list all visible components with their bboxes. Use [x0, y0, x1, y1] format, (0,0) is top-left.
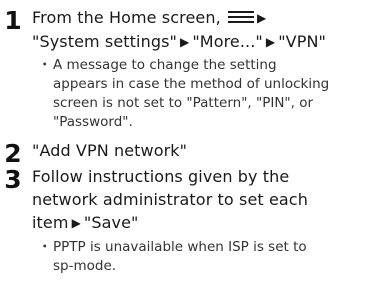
note-line: PPTP is unavailable when ISP is set to — [53, 239, 307, 255]
note-line: A message to change the setting — [53, 57, 277, 73]
note-line: screen is not set to "Pattern", "PIN", o… — [53, 95, 314, 111]
menu-path-item: "Save" — [83, 213, 139, 232]
step-number: 2 — [4, 139, 22, 168]
note-line: appears in case the method of unlocking — [53, 76, 330, 92]
step-instruction: From the Home screen, ▶ "System settings… — [32, 6, 366, 54]
bullet: ・ — [38, 239, 52, 255]
arrow-icon: ▶ — [265, 35, 276, 49]
instruction-line: network administrator to set each — [32, 190, 308, 209]
note-line: "Password". — [53, 114, 133, 130]
note-text: A message to change the setting appears … — [53, 56, 329, 132]
menu-path-item: "VPN" — [278, 32, 326, 51]
instruction-line: From the Home screen, ▶ — [32, 6, 366, 30]
instruction-line: Follow instructions given by the — [32, 167, 290, 186]
step-number: 3 — [4, 165, 22, 194]
note-text: PPTP is unavailable when ISP is set to s… — [53, 238, 307, 276]
arrow-icon: ▶ — [71, 216, 81, 230]
instruction-text: From the Home screen, — [32, 8, 226, 27]
step-instruction: "Add VPN network" — [32, 139, 366, 162]
arrow-icon: ▶ — [256, 11, 267, 25]
instruction-line: "System settings" ▶ "More..." ▶ "VPN" — [32, 30, 366, 54]
arrow-icon: ▶ — [179, 35, 190, 49]
note-line: sp-mode. — [53, 258, 117, 274]
step-instruction: Follow instructions given by the network… — [32, 165, 366, 235]
instruction-text: item — [32, 213, 69, 232]
instruction-page: 1 From the Home screen, ▶ "System settin… — [0, 0, 370, 283]
bullet: ・ — [38, 57, 52, 73]
instruction-line: item ▶ "Save" — [32, 211, 366, 235]
menu-path-item: "More..." — [192, 32, 263, 51]
menu-icon — [227, 11, 254, 24]
menu-path-item: "System settings" — [32, 32, 177, 51]
instruction-line: "Add VPN network" — [32, 141, 188, 160]
step-number: 1 — [4, 6, 22, 35]
